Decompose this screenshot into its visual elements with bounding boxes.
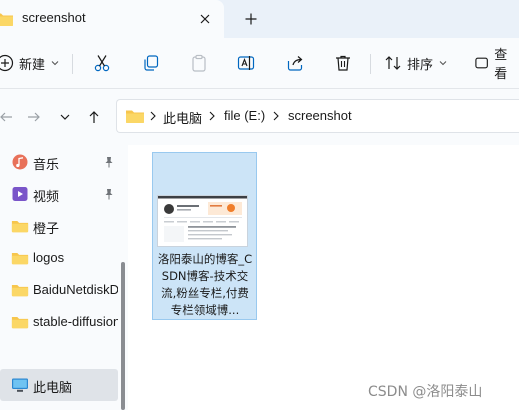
trash-icon	[336, 55, 350, 71]
sidebar-item-videos[interactable]: 视频	[0, 178, 118, 210]
arrow-up-icon	[89, 111, 99, 123]
breadcrumb-screenshot[interactable]: screenshot	[288, 108, 352, 123]
breadcrumb-this-pc[interactable]: 此电脑	[163, 108, 202, 127]
sidebar-item-folder[interactable]: 橙子	[0, 210, 118, 242]
folder-icon	[0, 13, 13, 26]
address-row: 此电脑 file (E:) screenshot	[0, 89, 519, 145]
chevron-down-icon	[60, 114, 70, 120]
title-bar: screenshot	[0, 0, 519, 38]
pin-icon	[105, 157, 113, 168]
folder-icon	[126, 110, 144, 123]
sidebar-item-folder[interactable]: logos	[0, 242, 118, 274]
sort-button[interactable]: 排序	[384, 49, 448, 77]
divider	[72, 54, 73, 74]
up-button[interactable]	[84, 107, 104, 127]
back-button[interactable]	[0, 107, 16, 127]
sidebar-item-this-pc[interactable]: 此电脑	[0, 369, 118, 401]
sidebar-item-label: stable-diffusion	[33, 314, 118, 329]
copy-button[interactable]	[141, 49, 161, 77]
music-icon	[12, 154, 28, 170]
sidebar-item-label: BaiduNetdiskDownload	[33, 282, 118, 297]
sidebar-item-folder[interactable]: BaiduNetdiskDownload	[0, 274, 118, 306]
new-label: 新建	[19, 56, 46, 72]
navigation-scrollbar[interactable]	[121, 262, 125, 410]
address-bar[interactable]: 此电脑 file (E:) screenshot	[116, 99, 519, 133]
sidebar-item-music[interactable]: 音乐	[0, 146, 118, 178]
webpage-thumbnail-image	[158, 196, 247, 246]
plus-icon	[245, 13, 257, 25]
scissors-icon	[94, 55, 110, 72]
share-icon	[287, 56, 303, 71]
view-button[interactable]: 查看	[474, 47, 519, 81]
computer-icon	[12, 378, 28, 392]
file-item[interactable]: 洛阳泰山的博客_CSDN博客-技术交流,粉丝专栏,付费专栏领域博...	[152, 152, 257, 320]
pin-icon	[105, 189, 113, 200]
new-tab-button[interactable]	[238, 8, 264, 30]
file-thumbnail	[157, 195, 248, 247]
clipboard-icon	[192, 54, 206, 72]
add-circle-icon	[0, 54, 14, 72]
command-bar: 新建 排序 查看	[0, 38, 519, 89]
navigation-pane: 音乐 视频 橙子 logos BaiduNetdiskD stable-diff…	[0, 145, 128, 410]
view-label: 查看	[494, 47, 508, 81]
tab-screenshot[interactable]: screenshot	[0, 0, 224, 38]
paste-button[interactable]	[189, 49, 209, 77]
chevron-right-icon	[209, 111, 215, 121]
arrow-left-icon	[0, 112, 12, 122]
folder-icon	[11, 317, 29, 329]
delete-button[interactable]	[333, 49, 353, 77]
tab-title: screenshot	[22, 10, 86, 25]
view-icon	[475, 57, 488, 69]
rename-icon	[237, 56, 255, 70]
file-name: 洛阳泰山的博客_CSDN博客-技术交流,粉丝专栏,付费专栏领域博...	[157, 252, 253, 317]
copy-icon	[144, 55, 159, 71]
sidebar-item-folder[interactable]: stable-diffusion	[0, 306, 118, 338]
sidebar-item-label: 此电脑	[33, 380, 73, 395]
cut-button[interactable]	[92, 49, 112, 77]
chevron-right-icon	[150, 111, 156, 121]
recent-locations-button[interactable]	[55, 107, 75, 127]
folder-icon	[11, 253, 29, 265]
folder-icon	[11, 285, 29, 297]
new-button[interactable]: 新建	[0, 49, 60, 77]
share-button[interactable]	[285, 49, 305, 77]
folder-icon	[11, 221, 29, 233]
watermark-text: CSDN @洛阳泰山	[368, 384, 483, 400]
file-list: 洛阳泰山的博客_CSDN博客-技术交流,粉丝专栏,付费专栏领域博...	[130, 145, 519, 410]
rename-button[interactable]	[236, 49, 256, 77]
sort-icon	[385, 56, 401, 70]
chevron-right-icon	[273, 111, 279, 121]
video-icon	[12, 187, 28, 201]
chevron-down-icon	[439, 61, 447, 66]
sidebar-item-label: 橙子	[33, 221, 60, 236]
chevron-down-icon	[51, 61, 59, 66]
close-tab-button[interactable]	[194, 8, 216, 30]
sidebar-item-label: logos	[33, 250, 65, 265]
arrow-right-icon	[28, 112, 40, 122]
sort-label: 排序	[407, 56, 434, 72]
forward-button[interactable]	[24, 107, 44, 127]
divider	[370, 54, 371, 74]
close-icon	[200, 14, 210, 24]
breadcrumb-drive[interactable]: file (E:)	[224, 108, 265, 123]
